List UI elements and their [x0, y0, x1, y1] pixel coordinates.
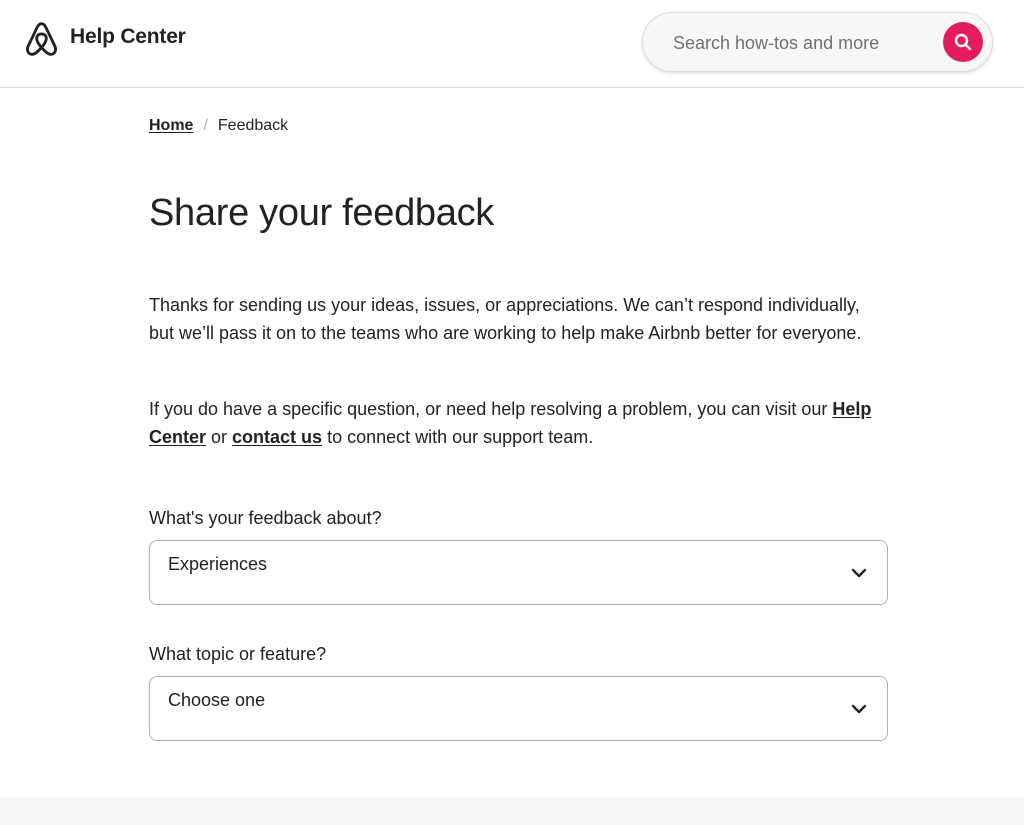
page-title: Share your feedback — [149, 192, 494, 234]
search-button[interactable] — [943, 22, 983, 62]
chevron-down-icon — [851, 568, 867, 578]
contact-us-link[interactable]: contact us — [232, 427, 322, 447]
footer-band — [0, 797, 1024, 825]
topic-value: Choose one — [168, 690, 266, 710]
support-text-or: or — [206, 427, 233, 447]
breadcrumb: Home / Feedback — [149, 117, 288, 135]
site-header: Help Center — [0, 0, 1024, 88]
feedback-about-value: Experiences — [168, 554, 268, 574]
chevron-down-icon — [851, 704, 867, 714]
topic-label: What topic or feature? — [149, 644, 327, 664]
topic-select[interactable]: Choose one — [149, 676, 888, 741]
support-text-suffix: to connect with our support team. — [322, 427, 594, 447]
breadcrumb-home-link[interactable]: Home — [149, 117, 193, 134]
breadcrumb-separator: / — [203, 117, 208, 134]
support-paragraph: If you do have a specific question, or n… — [149, 395, 879, 451]
search-bar — [642, 12, 993, 72]
breadcrumb-current: Feedback — [217, 117, 289, 134]
search-input[interactable] — [671, 29, 921, 57]
search-icon — [954, 33, 972, 51]
intro-paragraph: Thanks for sending us your ideas, issues… — [149, 295, 862, 343]
support-text-prefix: If you do have a specific question, or n… — [149, 399, 833, 419]
feedback-about-label: What's your feedback about? — [149, 508, 382, 528]
airbnb-logo-icon[interactable] — [24, 20, 59, 58]
feedback-about-select[interactable]: Experiences — [149, 540, 888, 605]
brand-title[interactable]: Help Center — [70, 25, 186, 49]
